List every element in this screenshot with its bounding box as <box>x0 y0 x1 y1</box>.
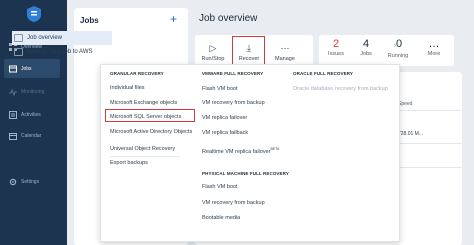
jobs-panel-title: Jobs <box>80 16 99 25</box>
nav-monitoring[interactable]: Monitoring <box>4 82 60 101</box>
menu-exchange-objects[interactable]: Microsoft Exchange objects <box>110 100 177 106</box>
vmware-recovery-heading: VMWARE FULL RECOVERY <box>202 71 264 76</box>
row-divider <box>396 167 462 168</box>
jobs-icon <box>9 65 17 72</box>
menu-individual-files[interactable]: Individual files <box>110 85 145 91</box>
nav-calendar[interactable]: Calendar <box>4 126 60 145</box>
menu-vm-replica-failback[interactable]: VM replica failback <box>202 130 248 136</box>
play-icon: ▷ <box>209 42 217 53</box>
app-logo-icon <box>27 6 41 22</box>
running-count: 0 <box>395 38 403 50</box>
stat-label: Jobs <box>360 51 372 57</box>
job-row-label: Backup copy job to AWS <box>27 49 93 55</box>
monitor-icon <box>9 88 17 96</box>
job-row-overview[interactable]: Job overview <box>12 31 112 45</box>
stat-label: Issues <box>328 51 344 57</box>
backup-copy-icon <box>14 48 23 56</box>
realtime-label: Realtime VM replica failover <box>202 148 271 155</box>
manage-button[interactable]: ⋯ Manage <box>269 35 301 66</box>
gear-icon <box>9 178 17 185</box>
row-divider <box>396 143 462 144</box>
menu-realtime-vm-replica-failover[interactable]: Realtime VM replica failoverBETA <box>202 147 279 155</box>
row-divider <box>396 110 462 111</box>
calendar-icon <box>9 132 17 140</box>
run-stop-label: Run/Stop <box>201 56 225 62</box>
menu-universal-object-recovery[interactable]: Universal Object Recovery <box>110 146 175 152</box>
nav-activities[interactable]: Activities <box>4 105 60 124</box>
stats-bar: 2 Issues 4 Jobs ›0 Running … More <box>319 35 454 66</box>
sql-server-highlight-box <box>105 109 195 122</box>
stat-value: 4 <box>362 38 370 50</box>
menu-flash-vm-boot[interactable]: Flash VM boot <box>202 86 237 92</box>
recover-highlight-box <box>232 36 265 65</box>
more-icon: ⋯ <box>280 42 290 53</box>
menu-active-directory-objects[interactable]: Microsoft Active Directory Objects <box>110 129 192 135</box>
job-row-label: Job overview <box>27 35 63 41</box>
physical-recovery-heading: PHYSICAL MACHINE FULL RECOVERY <box>202 171 289 176</box>
nav-label: Monitoring <box>21 88 45 95</box>
nav-settings[interactable]: Settings <box>4 172 60 191</box>
job-row-backup-copy[interactable]: Backup copy job to AWS <box>14 45 92 59</box>
menu-vm-replica-failover[interactable]: VM replica failover <box>202 115 247 121</box>
nav-label: Activities <box>21 111 41 118</box>
nav-jobs[interactable]: Jobs <box>4 59 60 78</box>
stat-issues[interactable]: 2 Issues <box>321 38 351 57</box>
page-title: Job overview <box>199 13 258 24</box>
stat-jobs[interactable]: 4 Jobs <box>351 38 381 57</box>
stat-label: Running <box>387 53 409 59</box>
menu-physical-vm-recovery[interactable]: VM recovery from backup <box>202 200 265 206</box>
stat-value: … <box>428 38 440 50</box>
beta-badge: BETA <box>270 147 280 151</box>
menu-export-backups[interactable]: Export backups <box>110 160 148 166</box>
job-toolbar: ▷ Run/Stop ⤓ Recover ⋯ Manage <box>195 35 313 66</box>
menu-bootable-media[interactable]: Bootable media <box>202 215 240 221</box>
stat-value: 2 <box>332 38 340 50</box>
activities-icon <box>9 110 17 119</box>
granular-recovery-heading: GRANULAR RECOVERY <box>110 71 164 76</box>
menu-oracle-recovery[interactable]: Oracle database recovery from backup <box>293 86 388 92</box>
manage-label: Manage <box>275 56 295 62</box>
run-stop-button[interactable]: ▷ Run/Stop <box>197 35 229 66</box>
add-job-button[interactable]: + <box>170 13 177 25</box>
nav-label: Jobs <box>21 65 32 72</box>
stat-label: More <box>427 51 441 57</box>
speed-value: 728.01 M... <box>398 131 424 137</box>
nav-label: Settings <box>21 178 40 185</box>
stat-value: ›0 <box>393 38 403 50</box>
menu-separator <box>110 156 180 157</box>
column-header-speed[interactable]: Speed <box>398 101 412 107</box>
overview-icon <box>14 34 23 42</box>
oracle-recovery-heading: ORACLE FULL RECOVERY <box>293 71 354 76</box>
stat-running[interactable]: ›0 Running <box>383 38 413 59</box>
nav-label: Calendar <box>21 132 42 139</box>
menu-physical-flash-vm-boot[interactable]: Flash VM boot <box>202 184 237 190</box>
menu-vm-recovery-from-backup[interactable]: VM recovery from backup <box>202 100 265 106</box>
stat-more[interactable]: … More <box>419 38 449 57</box>
recover-dropdown-menu: GRANULAR RECOVERY Individual files Micro… <box>100 64 400 242</box>
